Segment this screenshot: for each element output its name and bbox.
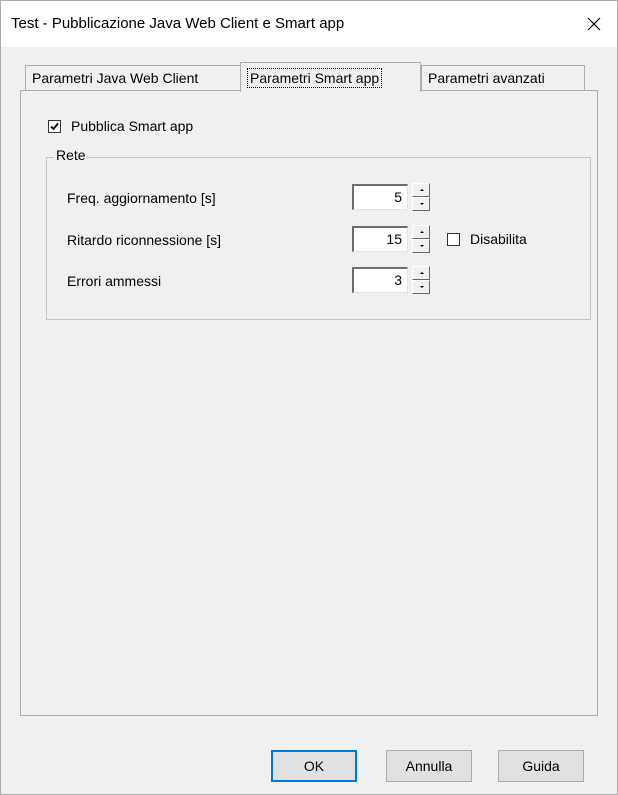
- update-freq-spinner[interactable]: [412, 183, 430, 211]
- reconnect-delay-input[interactable]: 15: [352, 226, 408, 252]
- title-bar: Test - Pubblicazione Java Web Client e S…: [1, 1, 617, 47]
- help-button[interactable]: Guida: [498, 750, 584, 782]
- update-freq-input[interactable]: 5: [352, 184, 408, 210]
- close-icon: [587, 17, 601, 31]
- spin-up-button[interactable]: [412, 225, 430, 239]
- arrow-down-icon: [420, 245, 424, 247]
- tab-label: Parametri avanzati: [428, 70, 545, 86]
- spin-down-button[interactable]: [412, 197, 430, 211]
- checkmark-icon: [50, 122, 59, 131]
- network-group-legend: Rete: [54, 147, 88, 163]
- dialog-window: Test - Pubblicazione Java Web Client e S…: [0, 0, 618, 795]
- close-button[interactable]: [571, 1, 617, 47]
- arrow-up-icon: [420, 189, 424, 191]
- ok-button[interactable]: OK: [271, 750, 357, 782]
- arrow-up-icon: [420, 231, 424, 233]
- arrow-down-icon: [420, 203, 424, 205]
- allowed-errors-label: Errori ammessi: [67, 273, 162, 289]
- spin-down-button[interactable]: [412, 280, 430, 294]
- allowed-errors-input[interactable]: 3: [352, 267, 408, 293]
- tab-java-web-client[interactable]: Parametri Java Web Client: [25, 65, 241, 91]
- spin-down-button[interactable]: [412, 239, 430, 253]
- publish-smart-app-label: Pubblica Smart app: [71, 118, 194, 134]
- publish-smart-app-checkbox[interactable]: [48, 120, 61, 133]
- reconnect-delay-spinner[interactable]: [412, 225, 430, 253]
- tab-smart-app[interactable]: Parametri Smart app: [240, 62, 421, 92]
- allowed-errors-spinner[interactable]: [412, 266, 430, 294]
- tab-advanced[interactable]: Parametri avanzati: [421, 65, 585, 91]
- cancel-button[interactable]: Annulla: [386, 750, 472, 782]
- update-freq-label: Freq. aggiornamento [s]: [67, 190, 216, 206]
- arrow-up-icon: [420, 272, 424, 274]
- disable-reconnect-checkbox[interactable]: [447, 233, 460, 246]
- reconnect-delay-label: Ritardo riconnessione [s]: [67, 232, 222, 248]
- tab-label: Parametri Smart app: [247, 68, 383, 88]
- disable-reconnect-label: Disabilita: [470, 231, 527, 247]
- arrow-down-icon: [420, 286, 424, 288]
- window-title: Test - Pubblicazione Java Web Client e S…: [11, 15, 345, 32]
- spin-up-button[interactable]: [412, 183, 430, 197]
- tab-label: Parametri Java Web Client: [32, 70, 199, 86]
- spin-up-button[interactable]: [412, 266, 430, 280]
